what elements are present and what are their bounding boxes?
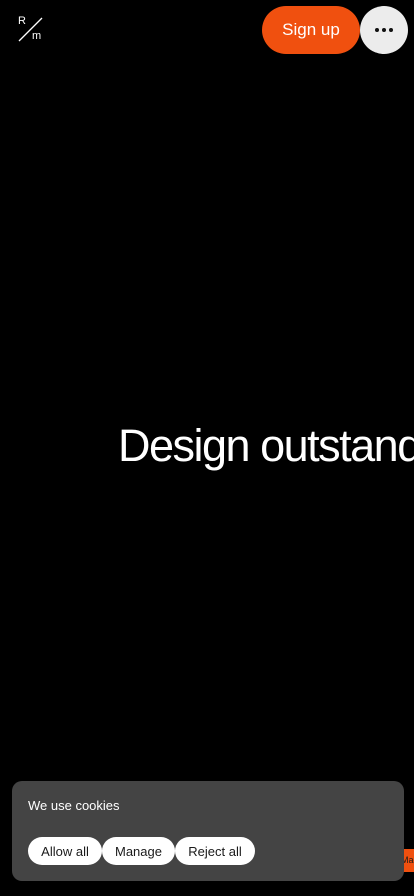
menu-dot <box>389 28 393 32</box>
manage-button[interactable]: Manage <box>102 837 175 865</box>
allow-all-button[interactable]: Allow all <box>28 837 102 865</box>
menu-button[interactable] <box>360 6 408 54</box>
logo-letter-top: R <box>18 15 26 27</box>
menu-dot <box>382 28 386 32</box>
menu-dot <box>375 28 379 32</box>
more-horizontal-icon <box>375 28 393 32</box>
logo-letter-bottom: m <box>32 30 42 42</box>
logo[interactable]: R m <box>17 15 44 43</box>
signup-button[interactable]: Sign up <box>262 6 360 54</box>
hero-headline: Design outstanding <box>118 420 414 471</box>
cookie-banner: We use cookies Allow all Manage Reject a… <box>12 781 404 881</box>
cookie-message: We use cookies <box>28 798 120 813</box>
reject-all-button[interactable]: Reject all <box>175 837 255 865</box>
